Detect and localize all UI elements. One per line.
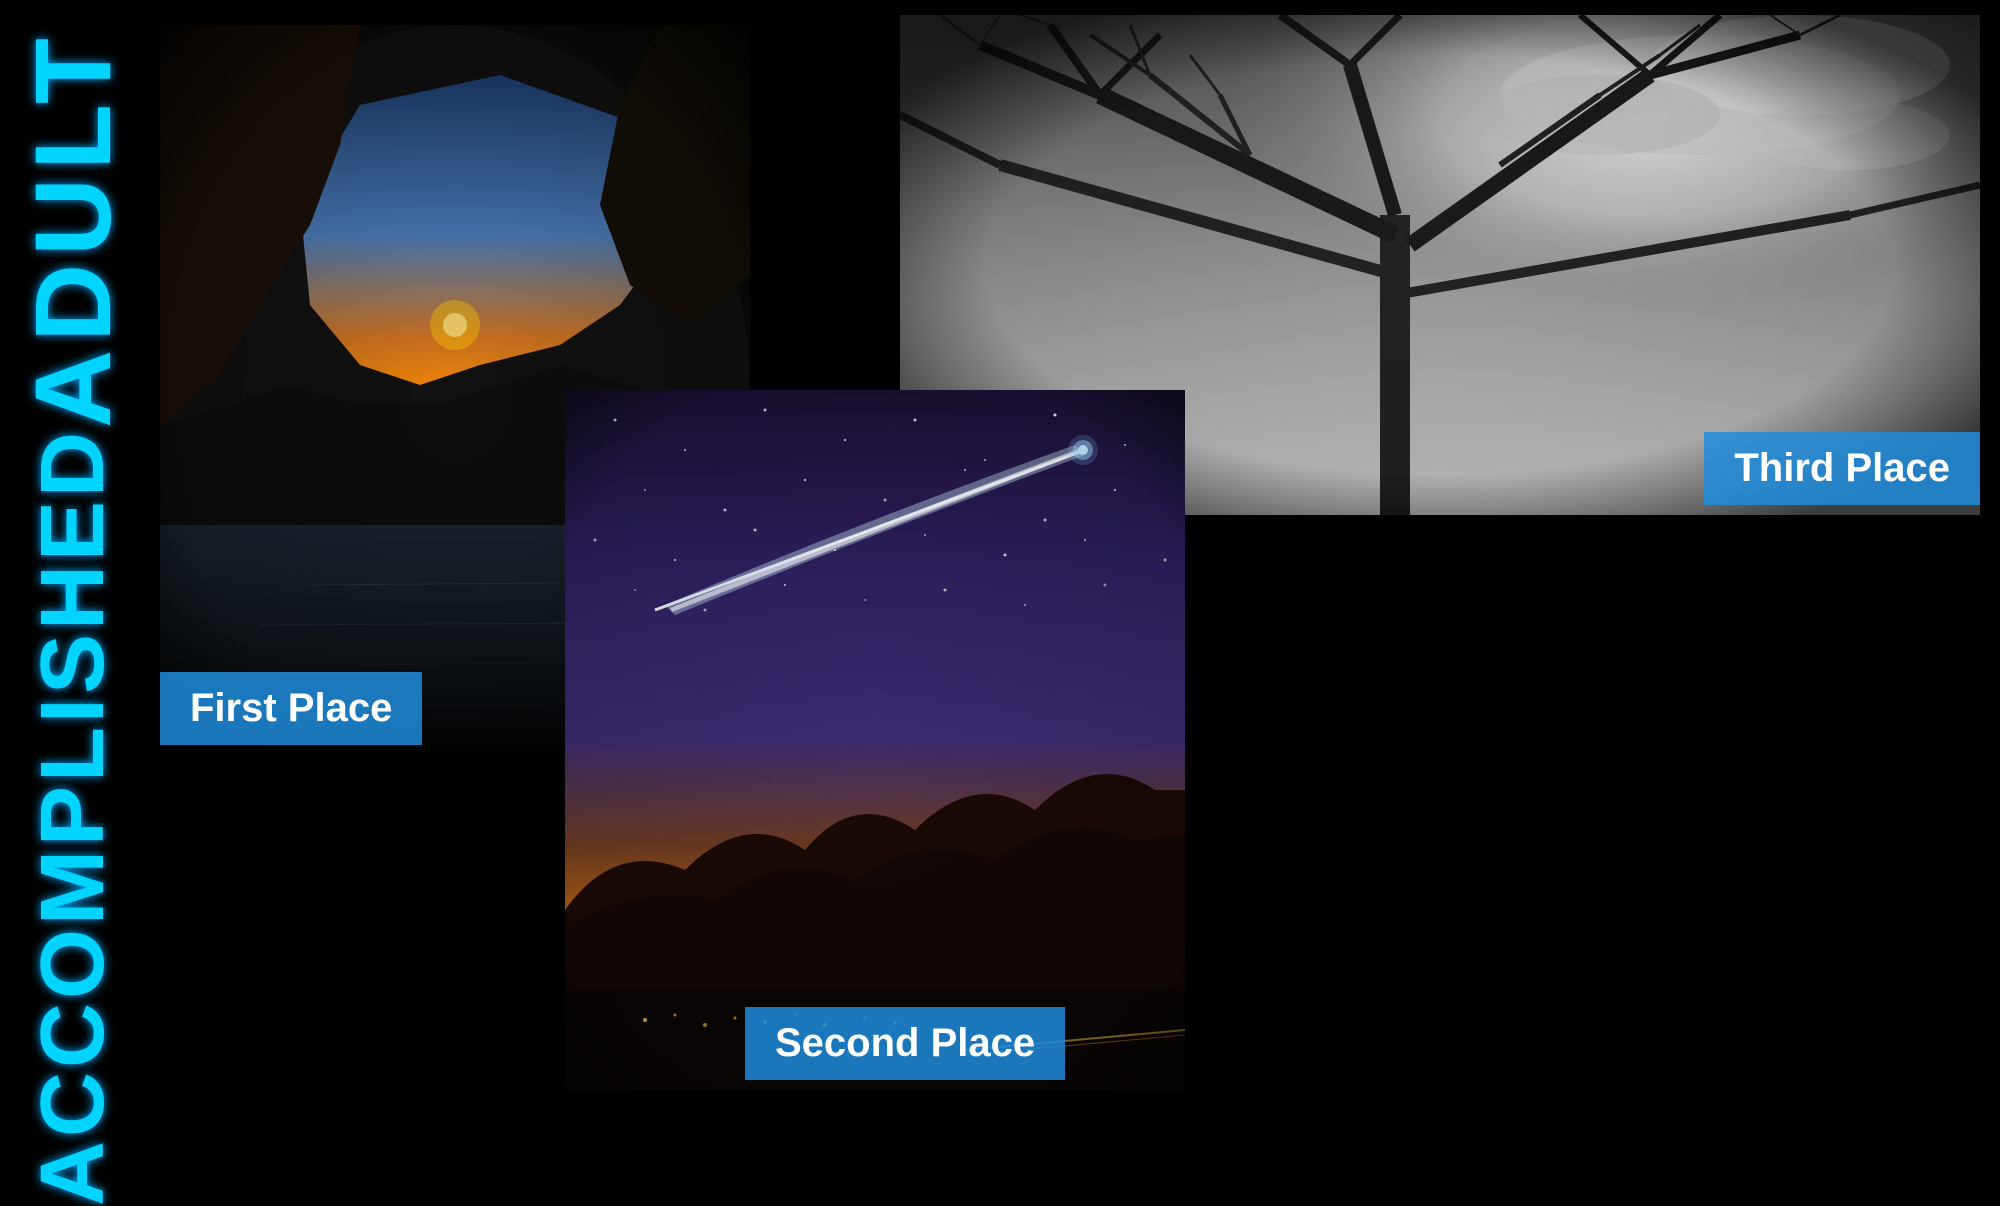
photo-second: Second Place [565, 390, 1185, 1090]
title-adult: ADULT [19, 30, 127, 428]
third-place-label: Third Place [1704, 432, 1980, 505]
second-place-label: Second Place [745, 1007, 1065, 1080]
title-accomplished: ACCOMPLISHED [28, 428, 118, 1206]
first-place-label: First Place [160, 672, 422, 745]
vertical-title: ADULT ACCOMPLISHED [0, 20, 145, 1160]
